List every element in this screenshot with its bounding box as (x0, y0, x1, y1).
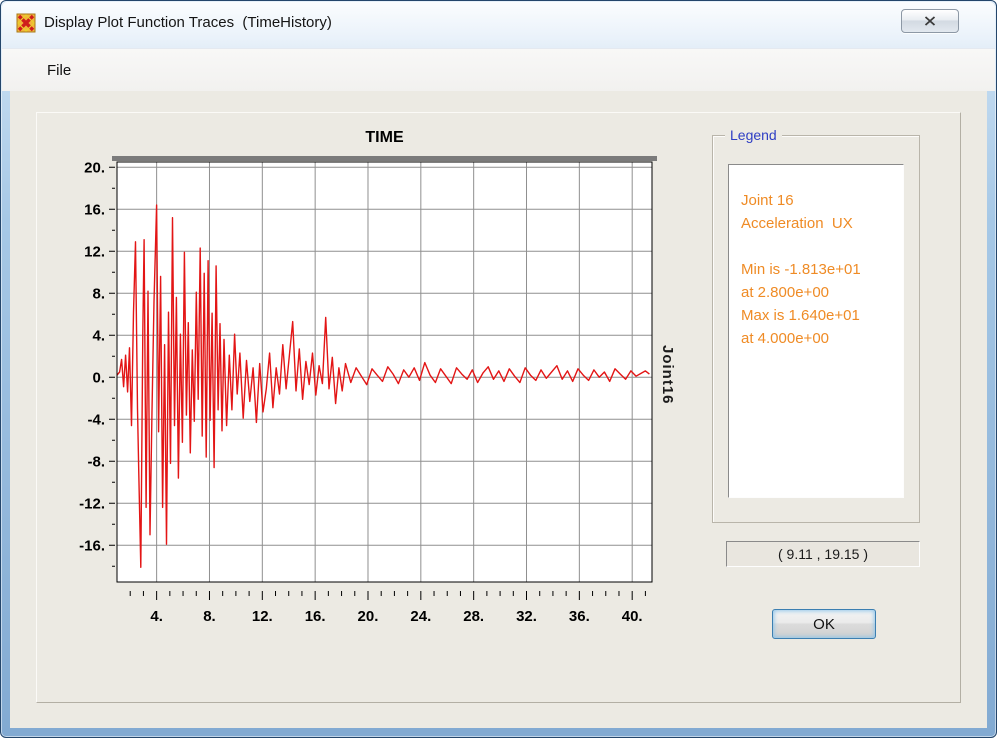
ok-button[interactable]: OK (772, 609, 876, 639)
legend-groupbox: Legend Joint 16 Acceleration UX Min is -… (712, 127, 920, 523)
svg-text:36.: 36. (569, 608, 590, 625)
svg-text:12.: 12. (252, 608, 273, 625)
legend-line-max-at: at 4.000e+00 (741, 330, 830, 347)
title-bar[interactable]: Display Plot Function Traces (TimeHistor… (2, 2, 995, 48)
svg-text:40.: 40. (622, 608, 643, 625)
legend-line-min-at: at 2.800e+00 (741, 284, 830, 301)
svg-text:12.: 12. (84, 243, 105, 260)
close-icon (924, 16, 936, 26)
svg-text:-8.: -8. (87, 453, 105, 470)
svg-text:0.: 0. (92, 369, 105, 386)
window-frame: Display Plot Function Traces (TimeHistor… (0, 0, 997, 738)
svg-text:20.: 20. (84, 159, 105, 176)
svg-text:8.: 8. (203, 608, 216, 625)
legend-line-quantity: Acceleration UX (741, 215, 853, 232)
x-axis-ticks (129, 591, 646, 600)
legend-line-spacer (741, 235, 891, 258)
svg-text:4.: 4. (150, 608, 163, 625)
legend-line-joint: Joint 16 (741, 192, 794, 209)
window-title: Display Plot Function Traces (TimeHistor… (44, 14, 332, 31)
svg-text:-12.: -12. (79, 495, 105, 512)
coordinate-readout: ( 9.11 , 19.15 ) (726, 541, 920, 567)
plot-top-bar (112, 156, 657, 161)
plot-svg[interactable]: 20.16.12.8.4.0.-4.-8.-12.-16.4. 8. 12. 16. 2… (39, 134, 689, 626)
x-axis-labels: 4. 8. 12. 16. 20. 24. 28. 32. 36. 40. (150, 608, 642, 625)
menu-file[interactable]: File (38, 58, 80, 83)
y-axis-ticks (109, 166, 115, 567)
svg-text:16.: 16. (84, 201, 105, 218)
y-axis-labels: 20. 16. 12. 8. 4. 0. -4. -8. -12. -16. (79, 159, 105, 554)
svg-text:32.: 32. (516, 608, 537, 625)
svg-text:20.: 20. (358, 608, 379, 625)
app-icon (16, 13, 36, 33)
menu-bar: File (2, 48, 995, 91)
svg-text:28.: 28. (463, 608, 484, 625)
legend-content-box: Joint 16 Acceleration UX Min is -1.813e+… (728, 164, 904, 498)
legend-line-min: Min is -1.813e+01 (741, 261, 861, 278)
svg-text:24.: 24. (410, 608, 431, 625)
svg-text:-4.: -4. (87, 411, 105, 428)
legend-line-max: Max is 1.640e+01 (741, 307, 860, 324)
chart-right-label: Joint16 (659, 345, 676, 405)
svg-text:16.: 16. (305, 608, 326, 625)
main-panel: TIME 20. 16. 12. 8. 4. 0. -4. -8. -12. -16. 4. 8. 12… (36, 112, 961, 703)
window-chrome: Display Plot Function Traces (TimeHistor… (2, 2, 995, 91)
close-button[interactable] (901, 9, 959, 33)
svg-text:-16.: -16. (79, 537, 105, 554)
svg-text:8.: 8. (92, 285, 105, 302)
svg-text:4.: 4. (92, 327, 105, 344)
dialog-body: TIME 20. 16. 12. 8. 4. 0. -4. -8. -12. -16. 4. 8. 12… (10, 91, 987, 728)
legend-title: Legend (725, 127, 782, 143)
